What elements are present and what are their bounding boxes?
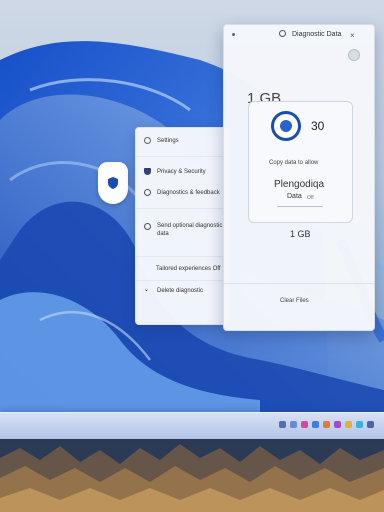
storage-size-secondary: 1 GB	[290, 229, 311, 239]
settings-icon	[144, 137, 151, 144]
settings-header-label: Settings	[157, 137, 179, 144]
card-label: Data	[287, 193, 302, 200]
settings-item-label: Diagnostics & feedback	[157, 189, 220, 196]
network-icon[interactable]	[279, 421, 286, 428]
diagnostic-data-window: Diagnostic Data × 1 GB 30 Copy data to a…	[223, 24, 375, 331]
shield-icon	[108, 177, 118, 189]
window-title-bar: Diagnostic Data ×	[224, 25, 374, 45]
data-usage-ring	[271, 111, 301, 141]
security-shield-icon	[98, 162, 128, 204]
settings-item-text: Send optional diagnostic data	[157, 223, 222, 237]
settings-item-diagnostics[interactable]: Diagnostics & feedback	[144, 189, 220, 196]
settings-item-privacy[interactable]: Privacy & Security	[144, 168, 206, 175]
diagnostic-icon	[144, 223, 151, 230]
card-divider	[277, 206, 323, 207]
feedback-icon	[144, 189, 151, 196]
app-icon[interactable]	[345, 421, 352, 428]
search-icon[interactable]	[279, 30, 286, 37]
settings-item-sublabel: data	[157, 231, 169, 237]
settings-item-send-optional[interactable]: Send optional diagnostic data	[144, 223, 222, 237]
app-icon[interactable]	[323, 421, 330, 428]
settings-item-label: Delete diagnostic	[157, 287, 204, 294]
settings-header: Settings	[144, 137, 179, 144]
system-tray	[279, 421, 374, 428]
settings-item-label: Send optional diagnostic	[157, 223, 223, 229]
shield-icon	[144, 168, 151, 175]
settings-panel: Settings Privacy & Security Diagnostics …	[135, 127, 229, 325]
settings-item-tailored[interactable]: Tailored experiences Off	[156, 266, 221, 272]
window-divider	[224, 283, 374, 284]
app-icon[interactable]	[367, 421, 374, 428]
settings-item-label: Tailored experiences Off	[156, 266, 221, 272]
app-icon[interactable]	[312, 421, 319, 428]
card-sublabel: Off	[307, 195, 314, 201]
card-caption: Copy data to allow	[269, 160, 319, 166]
delete-icon: ⌄	[144, 287, 150, 293]
settings-item-delete[interactable]: ⌄ Delete diagnostic	[144, 287, 203, 294]
avatar[interactable]	[348, 49, 360, 61]
window-menu-icon[interactable]	[232, 33, 235, 36]
wallpaper-ground	[0, 438, 384, 512]
ring-value: 30	[311, 119, 325, 133]
app-icon[interactable]	[334, 421, 341, 428]
app-icon[interactable]	[301, 421, 308, 428]
diagnostic-data-card: 30 Copy data to allow Plengodiqa Data Of…	[248, 101, 353, 223]
ring-center-icon	[280, 120, 292, 132]
taskbar	[0, 412, 384, 439]
close-icon[interactable]: ×	[350, 31, 355, 40]
volume-icon[interactable]	[290, 421, 297, 428]
clear-files-button[interactable]: Clear Files	[280, 298, 309, 304]
app-icon[interactable]	[356, 421, 363, 428]
settings-item-label: Privacy & Security	[157, 168, 206, 175]
window-title: Diagnostic Data	[292, 31, 342, 38]
card-heading: Plengodiqa	[274, 179, 325, 190]
